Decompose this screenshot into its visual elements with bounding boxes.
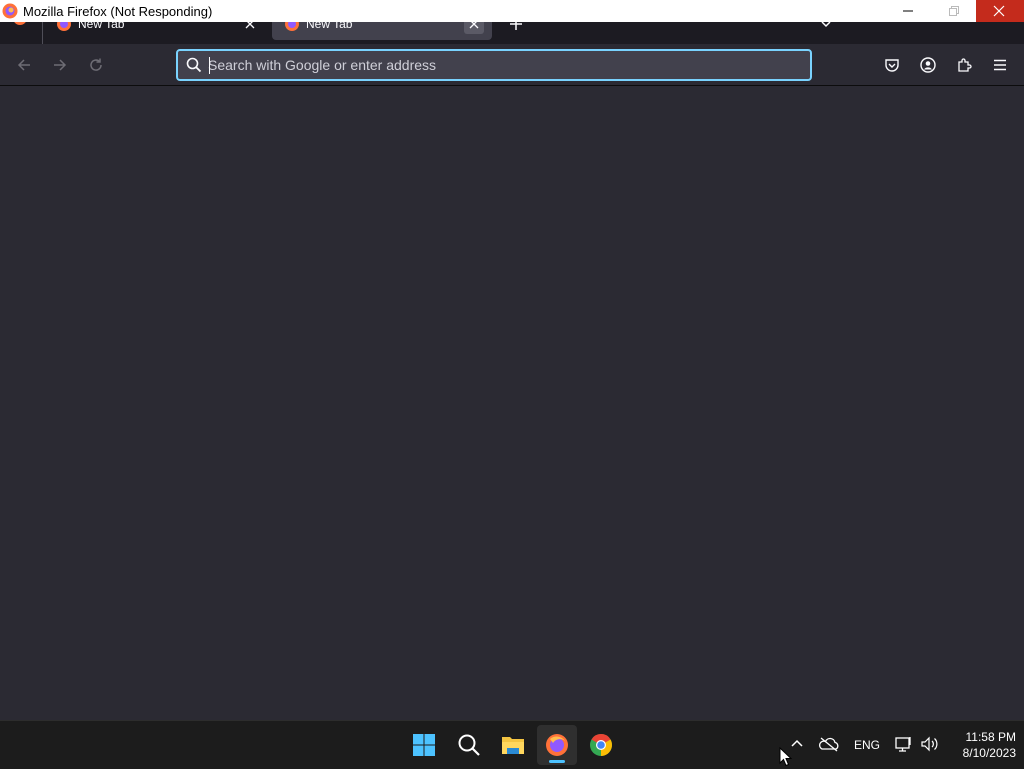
address-input[interactable]	[208, 53, 798, 77]
windows-start-icon	[413, 734, 435, 756]
account-button[interactable]	[914, 52, 942, 78]
restore-icon	[949, 6, 959, 16]
taskbar-search-button[interactable]	[449, 725, 489, 765]
onedrive-cloud-icon[interactable]	[818, 735, 840, 755]
start-button[interactable]	[404, 725, 444, 765]
back-arrow-icon	[17, 59, 30, 71]
chrome-taskbar-button[interactable]	[581, 725, 621, 765]
window-title-bar: Mozilla Firefox (Not Responding)	[0, 0, 1024, 22]
firefox-icon	[2, 3, 18, 19]
folder-icon	[502, 737, 524, 754]
close-button[interactable]	[976, 0, 1024, 22]
forward-button[interactable]	[46, 52, 74, 78]
maximize-button[interactable]	[931, 0, 977, 22]
tab-separator	[42, 22, 43, 44]
app-menu-button[interactable]	[986, 52, 1014, 78]
navigation-toolbar	[0, 44, 1024, 86]
search-icon	[186, 57, 202, 73]
forward-arrow-icon	[54, 59, 67, 71]
minimize-button[interactable]	[885, 0, 931, 22]
chrome-icon	[590, 734, 612, 756]
hamburger-menu-icon	[994, 59, 1006, 71]
extensions-icon	[958, 58, 972, 72]
pocket-button[interactable]	[878, 52, 906, 78]
back-button[interactable]	[10, 52, 38, 78]
system-clock[interactable]: 11:58 PM 8/10/2023	[944, 729, 1016, 761]
firefox-taskbar-button[interactable]	[537, 725, 577, 765]
clock-date: 8/10/2023	[962, 746, 1016, 760]
file-explorer-button[interactable]	[493, 725, 533, 765]
page-content[interactable]	[0, 86, 1024, 720]
clock-time: 11:58 PM	[965, 730, 1016, 744]
reload-icon	[90, 58, 102, 71]
network-icon[interactable]	[894, 735, 914, 755]
extensions-button[interactable]	[950, 52, 978, 78]
account-icon	[920, 57, 936, 73]
running-indicator	[549, 760, 565, 763]
search-icon	[458, 734, 480, 756]
volume-icon[interactable]	[920, 735, 940, 755]
reload-button[interactable]	[82, 52, 110, 78]
window-title: Mozilla Firefox (Not Responding)	[23, 4, 213, 19]
close-icon	[993, 5, 1005, 17]
url-bar[interactable]	[176, 49, 812, 81]
firefox-icon	[546, 734, 568, 756]
text-cursor	[209, 57, 210, 74]
taskbar: ENG 11:58 PM 8/10/2023	[0, 720, 1024, 769]
minimize-icon	[903, 10, 913, 12]
input-language-indicator[interactable]: ENG	[854, 738, 884, 758]
pocket-icon	[885, 59, 899, 72]
mouse-pointer-icon	[779, 747, 793, 767]
